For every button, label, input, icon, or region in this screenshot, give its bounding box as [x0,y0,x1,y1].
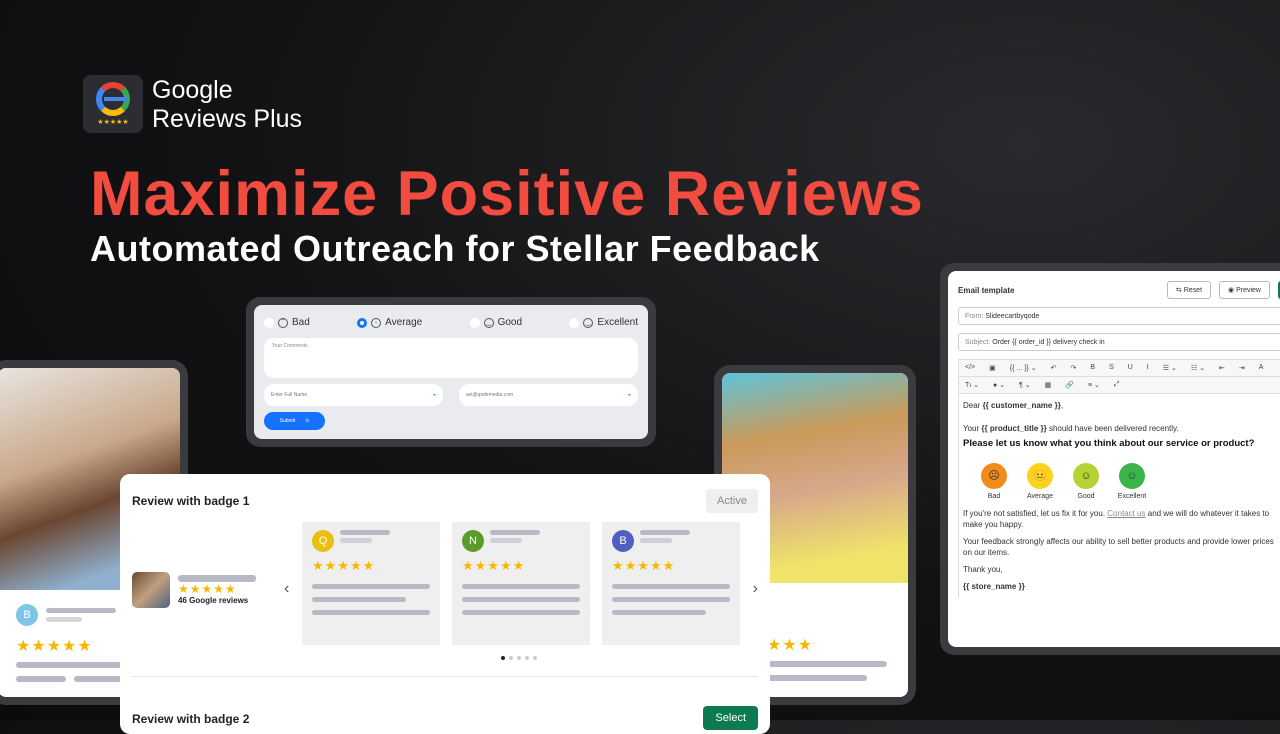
widget-title-1: Review with badge 1 [132,494,250,508]
rating-good[interactable]: ☺ Good [1067,463,1105,502]
review-widget-panel: Review with badge 1 Active ★★★★★ 46 Goog… [120,474,770,734]
toolbar-button[interactable]: A [1259,364,1264,372]
contact-link[interactable]: Contact us [1107,509,1145,518]
widget-title-2: Review with badge 2 [132,712,250,726]
email-title: Email template [958,285,1015,295]
select-button[interactable]: Select [703,706,758,730]
review-card: N ★★★★★ [452,522,590,645]
editor-toolbar: </> ▣ {{ ... }} ⌄ ↶ ↷ B S U I ☰ ⌄ ☷ ⌄ ⇤ ⇥ A Tı ⌄ ● ⌄ ¶ ⌄… [958,359,1280,394]
toolbar-button[interactable]: ↷ [1071,364,1077,372]
logo-e-icon [96,82,130,116]
feedback-form-panel: ˘ Bad - Average ‿ Good ‿ Excellent Your Comm… [246,297,656,447]
brand-name: Google Reviews Plus [152,76,303,133]
review-card: Q ★★★★★ [302,522,440,645]
toolbar-button[interactable]: 🔗 [1065,381,1074,389]
logo-stars: ★★★★★ [97,119,129,126]
rating-bad[interactable]: ˘ Bad [264,317,310,328]
toolbar-button[interactable]: Tı ⌄ [965,381,979,389]
app-logo: ★★★★★ [83,75,143,133]
toolbar-button[interactable]: ☰ ⌄ [1163,364,1177,372]
divider [132,676,758,677]
toolbar-button[interactable]: {{ ... }} ⌄ [1010,364,1037,372]
avatar: Q [312,530,334,552]
from-field[interactable]: From: Slideecartbyqode [958,307,1280,325]
smiley-icon: ☹ [981,463,1007,489]
smiley-icon: 😐 [1027,463,1053,489]
avatar: B [16,604,38,626]
email-input[interactable]: avi@qodemedia.com ▸ [459,384,638,406]
rating-options: ˘ Bad - Average ‿ Good ‿ Excellent [264,317,638,328]
toolbar-button[interactable]: B [1090,364,1095,372]
rating-label: Average [1027,493,1053,500]
toolbar-button[interactable]: ▣ [989,364,996,372]
grin-face-icon: ‿ [583,317,594,328]
submit-button[interactable]: Submit ⊙ [264,412,325,430]
rating-excellent[interactable]: ‿ Excellent [569,317,638,328]
preview-button[interactable]: ◉ Preview [1219,281,1270,299]
smiley-icon: ☺ [1119,463,1145,489]
toolbar-button[interactable]: ● ⌄ [993,381,1005,389]
smiley-icon: ☺ [1073,463,1099,489]
carousel-dots[interactable] [501,656,537,660]
eye-icon: ◉ [1228,287,1235,294]
full-name-input[interactable]: Enter Full Name ▸ [264,384,443,406]
subject-field[interactable]: Subject: Order {{ order_id }} delivery c… [958,333,1280,351]
reset-button[interactable]: ⇆ Reset [1166,281,1212,299]
smile-face-icon: ‿ [483,317,494,328]
chevron-right-icon[interactable]: › [753,580,758,598]
rating-label: Excellent [1117,493,1147,500]
business-badge: ★★★★★ 46 Google reviews [132,572,256,608]
subheadline: Automated Outreach for Stellar Feedback [90,228,820,269]
autofill-icon: ▸ [433,392,436,398]
chevron-left-icon[interactable]: ‹ [284,580,289,598]
review-card: B ★★★★★ [602,522,740,645]
star-rating: ★★★★★ [16,638,93,655]
star-rating: ★★★ [767,637,814,654]
rating-good[interactable]: ‿ Good [469,317,522,328]
headline: Maximize Positive Reviews [90,159,924,229]
rating-label: Good [1077,493,1095,500]
active-button[interactable]: Active [706,489,758,513]
toolbar-button[interactable]: </> [965,364,975,372]
email-body[interactable]: Dear {{ customer_name }}, Your {{ produc… [958,394,1280,598]
reset-icon: ⇆ [1175,287,1182,294]
toolbar-button[interactable]: I [1147,364,1149,372]
rating-average[interactable]: - Average [357,317,422,328]
toolbar-button[interactable]: ↶ [1051,364,1057,372]
neutral-face-icon: - [371,317,382,328]
business-stars: ★★★★★ [178,582,237,596]
rating-smileys: ☹ Bad 😐 Average ☺ Good ☺ Excellent [975,463,1278,502]
toolbar-button[interactable]: ⤢ [1114,381,1120,389]
toolbar-button[interactable]: S [1109,364,1114,372]
email-template-panel: Email template ⇆ Reset ◉ Preview From: S… [940,263,1280,655]
avatar: N [462,530,484,552]
toolbar-button[interactable]: ≡ ⌄ [1088,381,1100,389]
sad-face-icon: ˘ [278,317,288,328]
avatar: B [612,530,634,552]
rating-average[interactable]: 😐 Average [1021,463,1059,502]
rating-label: Bad [987,493,1001,500]
toolbar-button[interactable]: ⇤ [1219,364,1225,372]
review-count: 46 Google reviews [178,596,249,605]
comments-textarea[interactable]: Your Comments [264,338,638,378]
rating-bad[interactable]: ☹ Bad [975,463,1013,502]
toolbar-button[interactable]: ☷ ⌄ [1191,364,1205,372]
autofill-icon: ▸ [628,392,631,398]
toolbar-button[interactable]: U [1128,364,1133,372]
business-photo [132,572,170,608]
arrow-circle-icon: ⊙ [305,418,310,424]
toolbar-button[interactable]: ¶ ⌄ [1019,381,1031,389]
toolbar-button[interactable]: ⇥ [1239,364,1245,372]
rating-excellent[interactable]: ☺ Excellent [1113,463,1151,502]
toolbar-button[interactable]: ▦ [1045,381,1052,389]
